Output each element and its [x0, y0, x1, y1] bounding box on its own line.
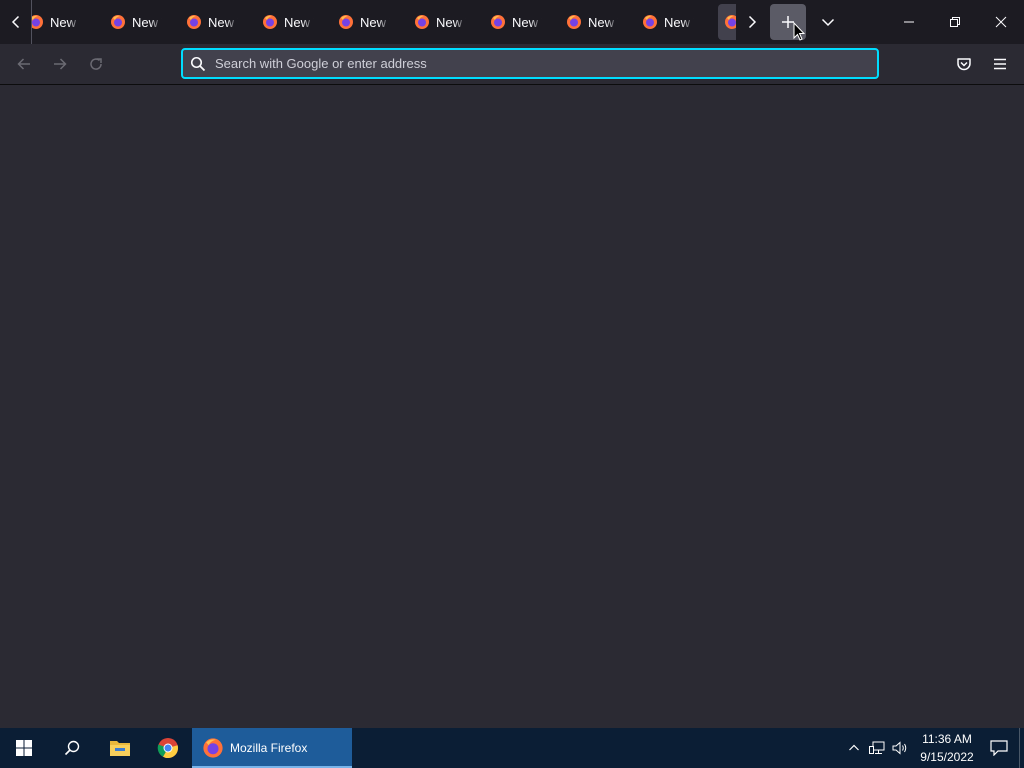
scroll-tabs-left-button[interactable]: [0, 0, 32, 44]
pocket-icon: [957, 58, 971, 71]
clock[interactable]: 11:36 AM 9/15/2022: [915, 730, 979, 766]
page-content-area[interactable]: [0, 86, 1024, 728]
forward-button[interactable]: [42, 48, 78, 80]
tab[interactable]: New Tab: [564, 4, 640, 40]
file-explorer-icon: [110, 741, 130, 756]
firefox-icon: [491, 15, 505, 29]
tab-title: New Tab: [208, 14, 238, 30]
taskbar-search-button[interactable]: [48, 728, 96, 768]
arrow-left-icon: [17, 58, 30, 70]
volume-button[interactable]: [888, 728, 911, 768]
network-button[interactable]: [865, 728, 888, 768]
new-tab-button[interactable]: [770, 4, 806, 40]
clock-date: 9/15/2022: [920, 750, 974, 764]
firefox-taskbar-label: Mozilla Firefox: [230, 741, 308, 755]
tab-title: New Tab: [512, 14, 542, 30]
tab-title: New Tab: [588, 14, 618, 30]
chevron-right-icon: [748, 15, 757, 29]
tab[interactable]: New Tab: [336, 4, 412, 40]
tab[interactable]: New Tab: [488, 4, 564, 40]
show-desktop-button[interactable]: [1019, 728, 1024, 768]
restore-icon: [950, 17, 960, 27]
start-button[interactable]: [0, 728, 48, 768]
minimize-button[interactable]: [886, 0, 932, 44]
chevron-left-icon: [11, 15, 19, 29]
address-bar[interactable]: [181, 48, 879, 79]
chrome-icon: [157, 738, 179, 759]
restore-button[interactable]: [932, 0, 978, 44]
firefox-icon: [339, 15, 353, 29]
tab-active[interactable]: [718, 4, 736, 40]
search-icon: [190, 56, 206, 71]
tab-title: New Tab: [664, 14, 694, 30]
tab-title: New Tab: [284, 14, 314, 30]
reload-icon: [90, 58, 102, 70]
firefox-icon: [203, 738, 223, 758]
plus-icon: [782, 16, 794, 28]
tab[interactable]: New Tab: [260, 4, 336, 40]
close-icon: [995, 16, 1007, 28]
tab[interactable]: New Tab: [32, 4, 108, 40]
navigation-toolbar: [0, 44, 1024, 85]
firefox-icon: [415, 15, 429, 29]
clock-time: 11:36 AM: [922, 732, 972, 746]
save-to-pocket-button[interactable]: [946, 48, 982, 80]
firefox-icon: [32, 15, 43, 29]
network-icon: [868, 741, 884, 754]
taskbar: Mozilla Firefox 11:36 AM 9/15/2022: [0, 728, 1024, 768]
firefox-icon: [725, 15, 736, 29]
search-icon: [64, 740, 80, 756]
minimize-icon: [904, 21, 914, 23]
tab-title: New Tab: [132, 14, 162, 30]
tab-title: New Tab: [50, 14, 80, 30]
app-menu-button[interactable]: [982, 48, 1018, 80]
scroll-tabs-right-button[interactable]: [736, 4, 768, 40]
firefox-icon: [263, 15, 277, 29]
arrow-right-icon: [54, 58, 67, 70]
firefox-window: New Tab New Tab New Tab New Tab New Tab …: [0, 0, 1024, 728]
window-controls: [886, 0, 1024, 44]
tab[interactable]: New Tab: [412, 4, 488, 40]
firefox-icon: [567, 15, 581, 29]
notification-icon: [990, 740, 1008, 756]
system-tray: 11:36 AM 9/15/2022: [842, 728, 1024, 768]
back-button[interactable]: [6, 48, 42, 80]
tab-title: New Tab: [360, 14, 390, 30]
tab[interactable]: New Tab: [640, 4, 716, 40]
reload-button[interactable]: [78, 48, 114, 80]
action-center-button[interactable]: [979, 728, 1019, 768]
url-input[interactable]: [215, 56, 877, 71]
firefox-icon: [187, 15, 201, 29]
tab[interactable]: New Tab: [184, 4, 260, 40]
list-all-tabs-button[interactable]: [808, 4, 848, 40]
tab[interactable]: New Tab: [108, 4, 184, 40]
tab-list: New Tab New Tab New Tab New Tab New Tab …: [32, 0, 736, 44]
close-button[interactable]: [978, 0, 1024, 44]
chrome-taskbar-button[interactable]: [144, 728, 192, 768]
speaker-icon: [892, 741, 906, 755]
show-hidden-icons-button[interactable]: [842, 728, 865, 768]
firefox-icon: [643, 15, 657, 29]
chevron-down-icon: [821, 18, 835, 27]
file-explorer-button[interactable]: [96, 728, 144, 768]
chevron-up-icon: [848, 744, 859, 751]
hamburger-menu-icon: [994, 58, 1006, 70]
firefox-taskbar-button[interactable]: Mozilla Firefox: [192, 728, 352, 768]
windows-start-icon: [16, 740, 32, 756]
firefox-icon: [111, 15, 125, 29]
tab-title: New Tab: [436, 14, 466, 30]
tab-strip: New Tab New Tab New Tab New Tab New Tab …: [0, 0, 1024, 44]
